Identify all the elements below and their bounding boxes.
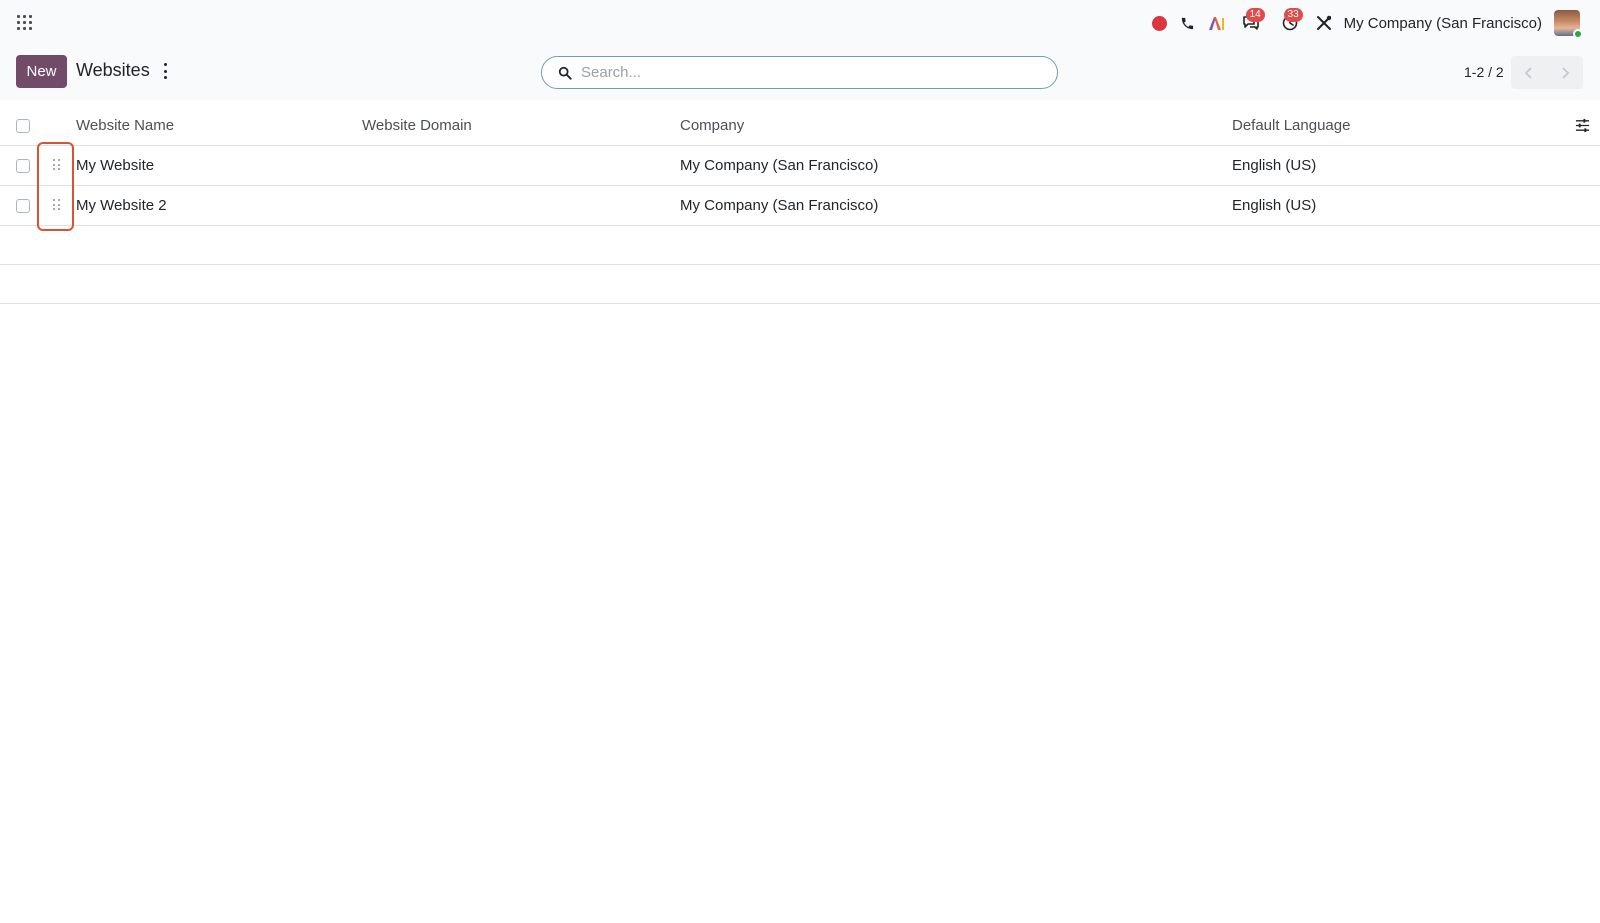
empty-row	[0, 226, 1600, 265]
drag-handle-icon[interactable]	[53, 159, 61, 171]
row-checkbox[interactable]	[16, 199, 30, 213]
debug-tools-button[interactable]	[1310, 0, 1338, 46]
website-name-cell[interactable]: My Website	[76, 146, 154, 185]
select-all-checkbox[interactable]	[16, 119, 30, 133]
actions-menu-icon[interactable]	[162, 63, 168, 79]
new-button[interactable]: New	[16, 55, 67, 88]
pager-next-button[interactable]	[1547, 56, 1583, 89]
messages-badge: 14	[1245, 8, 1265, 22]
table-row[interactable]: My Website 2 My Company (San Francisco) …	[0, 186, 1600, 226]
default-language-cell[interactable]: English (US)	[1232, 186, 1316, 225]
chevron-right-icon	[1562, 66, 1570, 79]
table-row[interactable]: My Website My Company (San Francisco) En…	[0, 146, 1600, 186]
avatar	[1554, 10, 1583, 39]
pager-buttons	[1511, 56, 1583, 89]
search-box[interactable]	[541, 56, 1058, 89]
company-switcher[interactable]: My Company (San Francisco)	[1338, 0, 1554, 46]
record-icon	[1152, 15, 1168, 31]
user-menu[interactable]	[1554, 0, 1600, 46]
company-name: My Company (San Francisco)	[1343, 14, 1542, 32]
messages-button[interactable]: 14	[1232, 0, 1270, 46]
column-header-company[interactable]: Company	[680, 106, 744, 145]
control-panel: New Websites 1-2 / 2	[0, 46, 1600, 100]
empty-row	[0, 265, 1600, 304]
ai-icon	[1208, 17, 1224, 30]
page-title: Websites	[76, 60, 150, 80]
pager-previous-button[interactable]	[1511, 56, 1547, 89]
list-view: Website Name Website Domain Company Defa…	[0, 106, 1600, 304]
column-header-website-name[interactable]: Website Name	[76, 106, 174, 145]
systray: 14 33 My Company (San Francisco)	[1146, 0, 1600, 46]
default-language-cell[interactable]: English (US)	[1232, 146, 1316, 185]
row-checkbox[interactable]	[16, 159, 30, 173]
pager-value[interactable]: 1-2 / 2	[1464, 64, 1504, 80]
record-button[interactable]	[1146, 0, 1174, 46]
phone-button[interactable]	[1174, 0, 1202, 46]
activities-badge: 33	[1283, 8, 1303, 22]
tools-icon	[1316, 15, 1331, 30]
phone-icon	[1181, 17, 1194, 29]
optional-columns-icon[interactable]	[1575, 118, 1590, 133]
website-name-cell[interactable]: My Website 2	[76, 186, 167, 225]
column-header-default-language[interactable]: Default Language	[1232, 106, 1350, 145]
search-input[interactable]	[581, 64, 1021, 81]
column-header-website-domain[interactable]: Website Domain	[362, 106, 472, 145]
activities-button[interactable]: 33	[1270, 0, 1310, 46]
chevron-left-icon	[1524, 66, 1532, 79]
list-header: Website Name Website Domain Company Defa…	[0, 106, 1600, 146]
company-cell[interactable]: My Company (San Francisco)	[680, 146, 878, 185]
top-navbar: 14 33 My Company (San Francisco)	[0, 0, 1600, 46]
ai-button[interactable]	[1202, 0, 1232, 46]
online-status-indicator	[1573, 29, 1583, 39]
search-icon	[558, 66, 572, 80]
company-cell[interactable]: My Company (San Francisco)	[680, 186, 878, 225]
apps-menu-icon[interactable]	[17, 15, 32, 30]
drag-handle-icon[interactable]	[53, 199, 61, 211]
